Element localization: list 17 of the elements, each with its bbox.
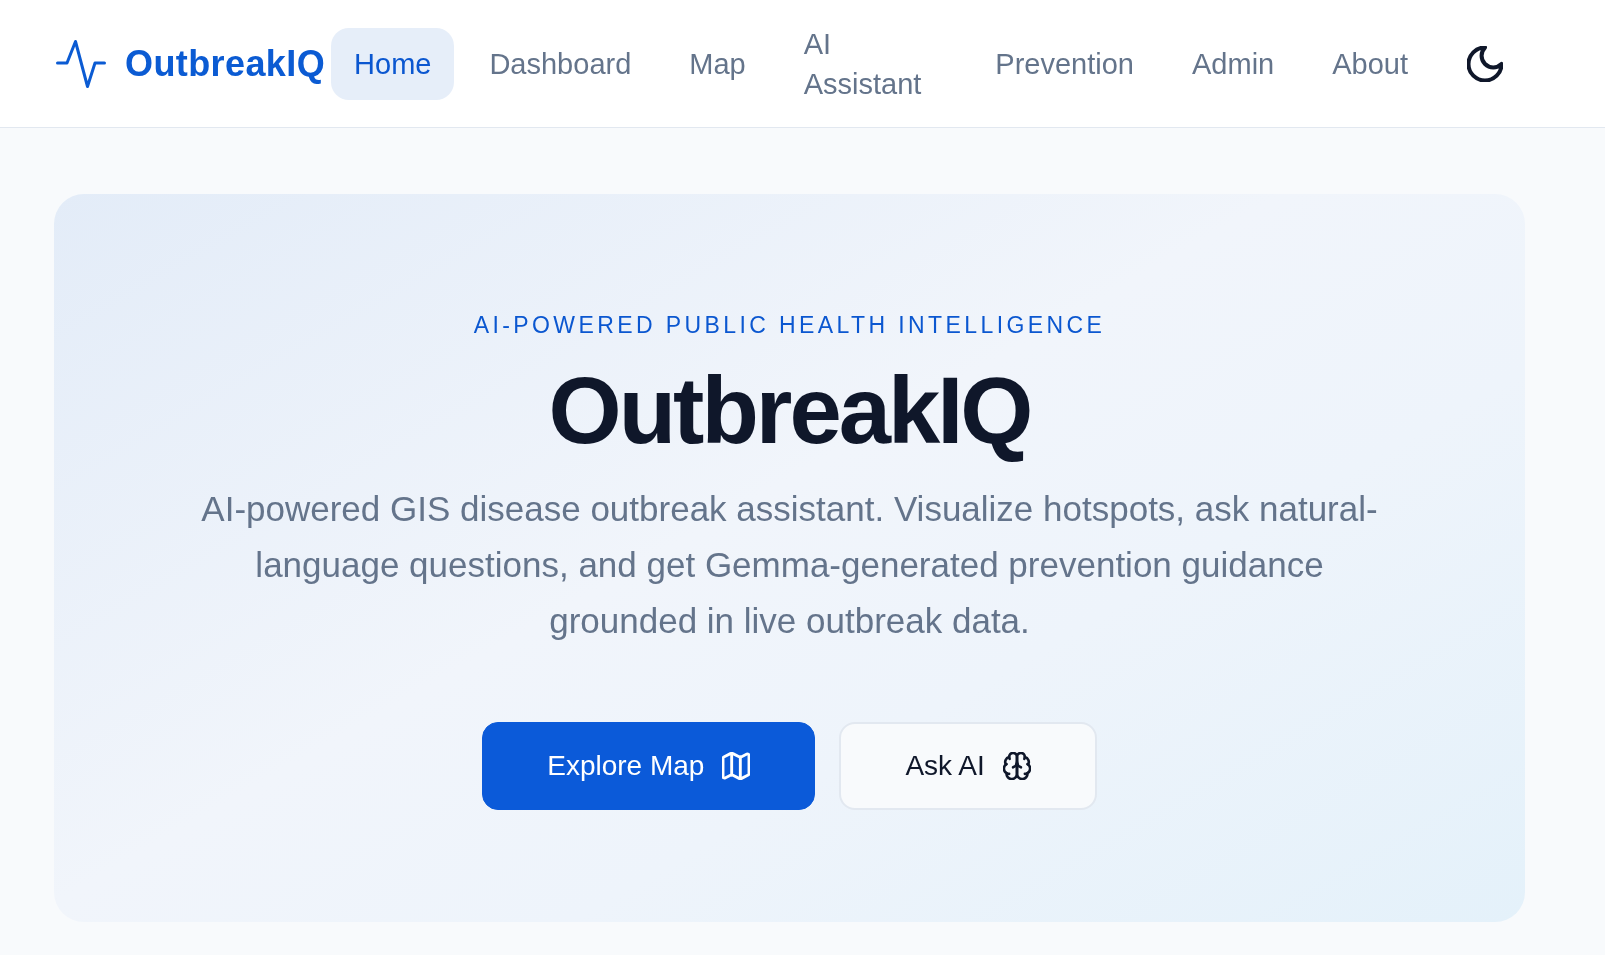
- pulse-icon: [56, 38, 106, 89]
- moon-icon[interactable]: [1467, 45, 1503, 82]
- secondary-button[interactable]: Ask AI: [839, 722, 1097, 810]
- nav-link[interactable]: Home: [331, 27, 455, 100]
- nav-link[interactable]: AI Assistant: [780, 7, 961, 120]
- hero-description: AI-powered GIS disease outbreak assistant. Visualize hotspots, ask natural-language questions, and get Gemma-generated prevention guidance grounded in live outbreak data.: [200, 488, 1379, 642]
- hero-title: OutbreakIQ: [548, 359, 1031, 462]
- brand-name[interactable]: OutbreakIQ: [125, 42, 326, 85]
- nav-link[interactable]: Prevention: [972, 27, 1157, 100]
- primary-button[interactable]: Explore Map: [482, 722, 816, 810]
- map-icon: [722, 752, 751, 780]
- brain-icon: [1002, 752, 1031, 780]
- nav-link[interactable]: Map: [666, 27, 769, 100]
- nav-link[interactable]: Dashboard: [466, 27, 655, 100]
- nav-link[interactable]: About: [1309, 27, 1431, 100]
- nav-link[interactable]: Admin: [1169, 27, 1298, 100]
- eyebrow-text: AI-POWERED PUBLIC HEALTH INTELLIGENCE: [473, 311, 1106, 339]
